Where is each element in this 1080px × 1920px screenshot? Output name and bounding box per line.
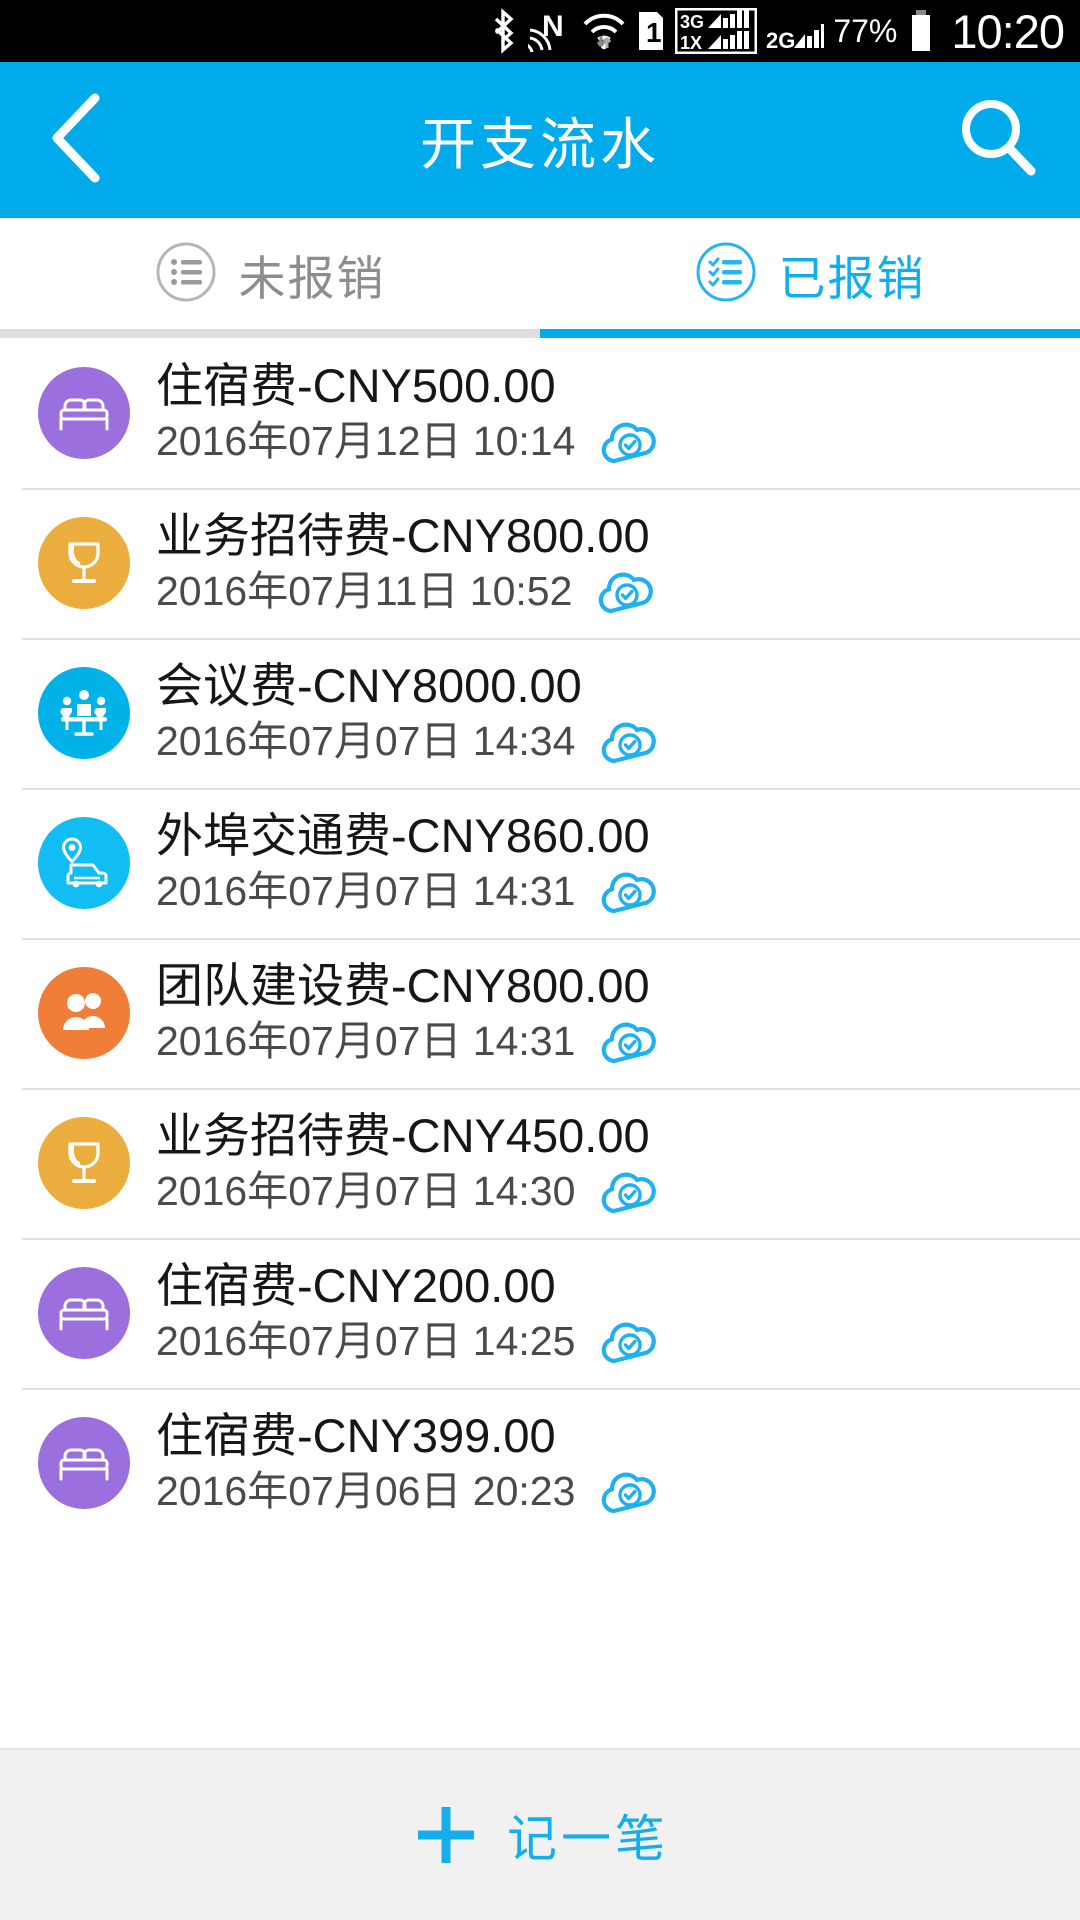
expense-title: 业务招待费-CNY800.00 bbox=[156, 508, 650, 562]
expense-row-text: 会议费-CNY8000.00 2016年07月07日 14:34 bbox=[156, 658, 663, 767]
expense-date: 2016年07月06日 20:23 bbox=[156, 1467, 576, 1514]
bed-icon bbox=[38, 1267, 130, 1359]
expense-date: 2016年07月07日 14:31 bbox=[156, 1017, 576, 1064]
page-title: 开支流水 bbox=[420, 112, 660, 176]
phone-screen: N 1 3G 1X 2G 77% 10:20 开支流水 未报销 已报销 住宿费-… bbox=[0, 0, 1080, 1920]
status-bar: N 1 3G 1X 2G 77% 10:20 bbox=[0, 0, 1080, 62]
expense-title: 住宿费-CNY399.00 bbox=[156, 1408, 556, 1462]
expense-list[interactable]: 住宿费-CNY500.00 2016年07月12日 10:14 业务招待费-CNY8… bbox=[0, 338, 1080, 1748]
add-record-label: 记一笔 bbox=[507, 1811, 669, 1867]
sim1-icon: 1 bbox=[636, 8, 666, 54]
bluetooth-icon bbox=[489, 8, 519, 54]
expense-row-subline: 2016年07月07日 14:34 bbox=[156, 716, 663, 766]
expense-date: 2016年07月11日 10:52 bbox=[156, 567, 573, 614]
expense-row-subline: 2016年07月12日 10:14 bbox=[156, 416, 663, 466]
expense-row-text: 外埠交通费-CNY860.00 2016年07月07日 14:31 bbox=[156, 808, 663, 917]
search-icon bbox=[955, 95, 1041, 186]
plus-icon bbox=[411, 1800, 481, 1870]
wine-glass-icon bbox=[38, 517, 130, 609]
tab-unreimbursed-label: 未报销 bbox=[238, 251, 386, 305]
expense-row-subline: 2016年07月07日 14:25 bbox=[156, 1316, 663, 1366]
cloud-check-icon bbox=[597, 1466, 663, 1516]
app-bar: 开支流水 bbox=[0, 62, 1080, 218]
expense-row[interactable]: 住宿费-CNY200.00 2016年07月07日 14:25 bbox=[0, 1238, 1080, 1388]
expense-row-text: 住宿费-CNY200.00 2016年07月07日 14:25 bbox=[156, 1258, 663, 1367]
battery-icon bbox=[906, 8, 936, 54]
expense-date: 2016年07月07日 14:25 bbox=[156, 1317, 576, 1364]
add-record-bar[interactable]: 记一笔 bbox=[0, 1748, 1080, 1920]
expense-row-subline: 2016年07月11日 10:52 bbox=[156, 566, 660, 616]
back-button[interactable] bbox=[30, 92, 126, 188]
expense-title: 住宿费-CNY200.00 bbox=[156, 1258, 556, 1312]
expense-row[interactable]: 住宿费-CNY399.00 2016年07月06日 20:23 bbox=[0, 1388, 1080, 1538]
cloud-check-icon bbox=[597, 716, 663, 766]
cloud-check-icon bbox=[594, 566, 660, 616]
expense-row-text: 业务招待费-CNY800.00 2016年07月11日 10:52 bbox=[156, 508, 660, 617]
expense-row[interactable]: 业务招待费-CNY450.00 2016年07月07日 14:30 bbox=[0, 1088, 1080, 1238]
expense-row-text: 团队建设费-CNY800.00 2016年07月07日 14:31 bbox=[156, 958, 663, 1067]
cloud-check-icon bbox=[597, 1166, 663, 1216]
expense-title: 团队建设费-CNY800.00 bbox=[156, 958, 650, 1012]
expense-date: 2016年07月07日 14:31 bbox=[156, 867, 576, 914]
chevron-left-icon bbox=[43, 90, 113, 191]
nfc-icon: N bbox=[528, 8, 572, 54]
tab-reimbursed[interactable]: 已报销 bbox=[540, 218, 1080, 330]
expense-title: 业务招待费-CNY450.00 bbox=[156, 1108, 650, 1162]
expense-date: 2016年07月07日 14:34 bbox=[156, 717, 576, 764]
battery-percent-label: 77% bbox=[833, 13, 898, 49]
expense-title: 住宿费-CNY500.00 bbox=[156, 358, 556, 412]
expense-date: 2016年07月12日 10:14 bbox=[156, 417, 576, 464]
tab-indicator-inactive bbox=[0, 329, 540, 338]
expense-row-text: 业务招待费-CNY450.00 2016年07月07日 14:30 bbox=[156, 1108, 663, 1217]
bed-icon bbox=[38, 367, 130, 459]
expense-row[interactable]: 住宿费-CNY500.00 2016年07月12日 10:14 bbox=[0, 338, 1080, 488]
bed-icon bbox=[38, 1417, 130, 1509]
wifi-icon bbox=[581, 8, 627, 54]
tab-indicator bbox=[0, 329, 1080, 338]
expense-row[interactable]: 团队建设费-CNY800.00 2016年07月07日 14:31 bbox=[0, 938, 1080, 1088]
svg-text:1: 1 bbox=[646, 17, 662, 48]
cloud-check-icon bbox=[597, 1016, 663, 1066]
expense-row-subline: 2016年07月07日 14:31 bbox=[156, 866, 663, 916]
tab-indicator-active bbox=[540, 329, 1080, 338]
tab-unreimbursed[interactable]: 未报销 bbox=[0, 218, 540, 330]
expense-row[interactable]: 业务招待费-CNY800.00 2016年07月11日 10:52 bbox=[0, 488, 1080, 638]
expense-row-text: 住宿费-CNY399.00 2016年07月06日 20:23 bbox=[156, 1408, 663, 1517]
cloud-check-icon bbox=[597, 866, 663, 916]
tab-bar: 未报销 已报销 bbox=[0, 218, 1080, 338]
expense-row-subline: 2016年07月06日 20:23 bbox=[156, 1466, 663, 1516]
tab-reimbursed-label: 已报销 bbox=[778, 251, 926, 305]
expense-row[interactable]: 会议费-CNY8000.00 2016年07月07日 14:34 bbox=[0, 638, 1080, 788]
meeting-icon bbox=[38, 667, 130, 759]
people-icon bbox=[38, 967, 130, 1059]
svg-text:1X: 1X bbox=[680, 33, 702, 53]
list-check-icon bbox=[695, 241, 757, 308]
expense-row-subline: 2016年07月07日 14:30 bbox=[156, 1166, 663, 1216]
status-clock: 10:20 bbox=[951, 4, 1065, 58]
expense-row-subline: 2016年07月07日 14:31 bbox=[156, 1016, 663, 1066]
pin-car-icon bbox=[38, 817, 130, 909]
cloud-check-icon bbox=[597, 416, 663, 466]
svg-text:2G: 2G bbox=[766, 28, 795, 53]
expense-title: 外埠交通费-CNY860.00 bbox=[156, 808, 650, 862]
signal-2g-icon: 2G bbox=[766, 8, 825, 54]
expense-title: 会议费-CNY8000.00 bbox=[156, 658, 582, 712]
signal-3g-1x-icon: 3G 1X bbox=[675, 8, 758, 54]
expense-row-text: 住宿费-CNY500.00 2016年07月12日 10:14 bbox=[156, 358, 663, 467]
svg-text:3G: 3G bbox=[680, 12, 704, 32]
list-lines-icon bbox=[155, 241, 217, 308]
wine-glass-icon bbox=[38, 1117, 130, 1209]
expense-date: 2016年07月07日 14:30 bbox=[156, 1167, 576, 1214]
cloud-check-icon bbox=[597, 1316, 663, 1366]
expense-row[interactable]: 外埠交通费-CNY860.00 2016年07月07日 14:31 bbox=[0, 788, 1080, 938]
search-button[interactable] bbox=[950, 92, 1046, 188]
